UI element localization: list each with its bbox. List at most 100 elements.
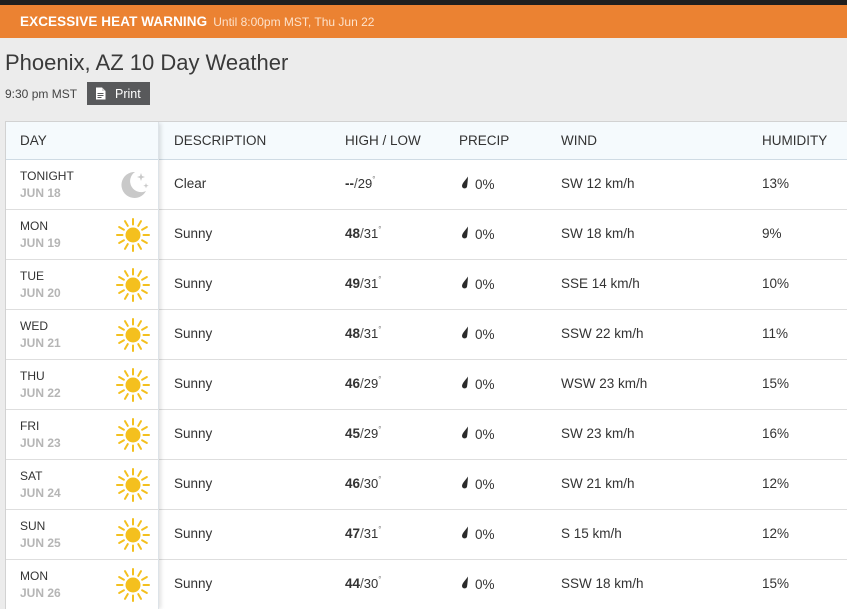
raindrop-icon [461,226,475,242]
sun-icon [115,567,151,603]
precip-value: 0% [475,326,495,342]
precip-value: 0% [475,576,495,592]
table-row[interactable]: MON JUN 19 Sunny 48/31° 0% SW 18 km/h 9% [6,210,847,260]
wind: S 15 km/h [561,526,622,541]
raindrop-icon [461,376,475,392]
weather-description: Sunny [174,576,213,591]
precip-value: 0% [475,226,495,242]
precip-value: 0% [475,276,495,292]
high-low-temp: 48/31° [345,225,381,241]
day-name: MON [20,569,48,583]
table-row[interactable]: THU JUN 22 Sunny 46/29° 0% WSW 23 km/h 1… [6,360,847,410]
raindrop-icon [461,576,475,592]
wind: WSW 23 km/h [561,376,648,391]
alert-subtitle: Until 8:00pm MST, Thu Jun 22 [213,14,375,29]
wind: SW 23 km/h [561,426,635,441]
low-temp: 31 [363,326,379,341]
header-humidity: HUMIDITY [762,133,828,148]
weather-description: Clear [174,176,207,191]
precip-value: 0% [475,526,495,542]
precip-value: 0% [475,476,495,492]
alert-title[interactable]: EXCESSIVE HEAT WARNING [20,14,207,29]
day-name: FRI [20,419,40,433]
sun-icon [115,267,151,303]
table-row[interactable]: WED JUN 21 Sunny 48/31° 0% SSW 22 km/h 1… [6,310,847,360]
humidity: 15% [762,376,790,391]
high-temp: 48 [345,326,361,341]
moon-stars-icon [115,167,151,203]
observation-time: 9:30 pm MST [5,86,78,101]
degree-symbol: ° [378,525,382,534]
high-temp: 48 [345,226,361,241]
precipitation: 0% [461,526,495,542]
document-icon [96,87,106,100]
table-row[interactable]: MON JUN 26 Sunny 44/30° 0% SSW 18 km/h 1… [6,560,847,609]
weather-description: Sunny [174,426,213,441]
precipitation: 0% [461,376,495,392]
high-temp: 45 [345,426,361,441]
day-name: SUN [20,519,46,533]
low-temp: 31 [363,226,379,241]
day-name: TONIGHT [20,169,74,183]
wind: SSW 18 km/h [561,576,644,591]
sun-icon [115,317,151,353]
precipitation: 0% [461,276,495,292]
weather-description: Sunny [174,226,213,241]
raindrop-icon [461,426,475,442]
table-row[interactable]: SAT JUN 24 Sunny 46/30° 0% SW 21 km/h 12… [6,460,847,510]
wind: SW 18 km/h [561,226,635,241]
sun-icon [115,517,151,553]
page-meta: 9:30 pm MST Print [5,82,150,105]
day-date: JUN 25 [20,536,61,550]
print-button-label: Print [115,86,141,101]
weather-description: Sunny [174,376,213,391]
humidity: 12% [762,476,790,491]
raindrop-icon [461,276,475,292]
precipitation: 0% [461,476,495,492]
high-low-temp: --/29° [345,175,376,191]
high-temp: -- [345,176,354,191]
low-temp: 31 [363,526,379,541]
degree-symbol: ° [372,175,376,184]
wind: SSE 14 km/h [561,276,640,291]
day-date: JUN 20 [20,286,61,300]
raindrop-icon [461,526,475,542]
high-low-temp: 46/29° [345,375,381,391]
high-temp: 46 [345,476,361,491]
day-date: JUN 19 [20,236,61,250]
weather-description: Sunny [174,526,213,541]
day-name: WED [20,319,48,333]
heat-warning-alert[interactable]: EXCESSIVE HEAT WARNING Until 8:00pm MST,… [0,5,847,38]
degree-symbol: ° [378,575,382,584]
raindrop-icon [461,326,475,342]
precipitation: 0% [461,176,495,192]
high-temp: 44 [345,576,361,591]
precipitation: 0% [461,326,495,342]
humidity: 15% [762,576,790,591]
table-row[interactable]: TUE JUN 20 Sunny 49/31° 0% SSE 14 km/h 1… [6,260,847,310]
weather-description: Sunny [174,476,213,491]
table-row[interactable]: TONIGHT JUN 18 Clear --/29° 0% SW 12 km/… [6,160,847,210]
precipitation: 0% [461,226,495,242]
high-temp: 49 [345,276,361,291]
day-date: JUN 26 [20,586,61,600]
day-date: JUN 18 [20,186,61,200]
low-temp: 31 [363,276,379,291]
print-button[interactable]: Print [87,82,150,105]
precipitation: 0% [461,426,495,442]
high-low-temp: 46/30° [345,475,381,491]
precip-value: 0% [475,176,495,192]
degree-symbol: ° [378,275,382,284]
wind: SSW 22 km/h [561,326,644,341]
sun-icon [115,217,151,253]
day-date: JUN 24 [20,486,61,500]
wind: SW 12 km/h [561,176,635,191]
high-low-temp: 49/31° [345,275,382,291]
table-row[interactable]: SUN JUN 25 Sunny 47/31° 0% S 15 km/h 12% [6,510,847,560]
day-date: JUN 22 [20,386,61,400]
high-temp: 46 [345,376,361,391]
humidity: 10% [762,276,790,291]
degree-symbol: ° [378,425,382,434]
table-row[interactable]: FRI JUN 23 Sunny 45/29° 0% SW 23 km/h 16… [6,410,847,460]
raindrop-icon [461,176,475,192]
